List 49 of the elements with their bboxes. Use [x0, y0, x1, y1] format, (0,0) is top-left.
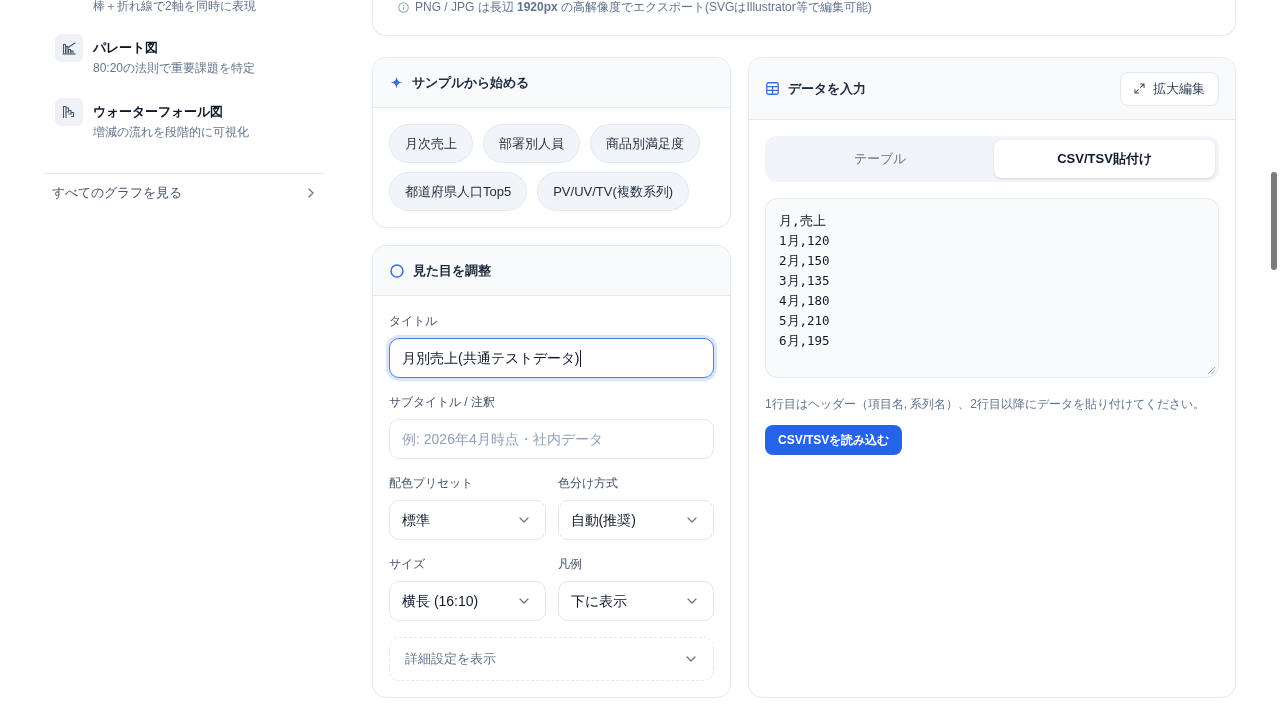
- tab[interactable]: CSV/TSV貼付け: [994, 140, 1215, 178]
- chart-type-description: 棒＋折れ線で2軸を同時に表現: [92, 0, 256, 13]
- info-icon: [398, 2, 409, 13]
- sample-chip[interactable]: PV/UV/TV(複数系列): [537, 172, 690, 211]
- csv-hint-text: 1行目はヘッダー（項目名, 系列名）、2行目以降にデータを貼り付けてください。: [765, 396, 1205, 413]
- chart-type-title[interactable]: ウォーターフォール図: [93, 103, 249, 121]
- tab[interactable]: テーブル: [769, 140, 990, 178]
- sample-chip[interactable]: 都道府県人口Top5: [389, 172, 528, 211]
- chevron-down-icon: [686, 656, 696, 662]
- field-label: 凡例: [557, 556, 583, 573]
- sample-chip[interactable]: 商品別満足度: [590, 124, 700, 163]
- load-csv-button[interactable]: CSV/TSVを読み込む: [765, 425, 903, 455]
- text-input[interactable]: 月別売上(共通テストデータ): [389, 338, 714, 378]
- field-label: 配色プリセット: [389, 475, 474, 492]
- export-note-text: PNG / JPG は長辺 1920px の高解像度でエクスポート(SVGはIllustrator等で編集可能): [415, 0, 872, 15]
- chevron-down-icon: [518, 598, 529, 604]
- chart-type-title[interactable]: パレート図: [93, 39, 256, 57]
- panel-title: データを入力: [788, 79, 866, 98]
- csv-textarea[interactable]: 月,売上 1月,120 2月,150 3月,135 4月,180 5月,210 6月,195: [765, 198, 1219, 378]
- expand-edit-button[interactable]: 拡大編集: [1120, 71, 1219, 106]
- see-all-charts-link[interactable]: すべてのグラフを見る: [44, 174, 324, 212]
- chart-type-description: 80:20の法則で重要課題を特定: [93, 60, 256, 77]
- sparkle-icon: [390, 76, 403, 89]
- sample-chip[interactable]: 月次売上: [389, 124, 473, 163]
- select-dropdown[interactable]: 自動(推奨): [557, 500, 714, 540]
- panel-title: サンプルから始める: [412, 73, 529, 92]
- select-dropdown[interactable]: 標準: [389, 500, 546, 540]
- chevron-down-icon: [518, 517, 529, 523]
- chevron-down-icon: [687, 598, 697, 604]
- waterfall-chart-icon: [55, 98, 83, 126]
- field-label: サブタイトル / 注釈: [389, 394, 496, 411]
- advanced-settings-toggle[interactable]: 詳細設定を表示: [389, 637, 714, 681]
- field-label: タイトル: [389, 313, 438, 330]
- field-label: サイズ: [389, 556, 426, 573]
- scrollbar[interactable]: [1271, 172, 1277, 270]
- text-cursor-icon: [580, 349, 582, 367]
- pareto-chart-icon: [55, 34, 83, 62]
- chevron-right-icon: [308, 188, 314, 198]
- select-dropdown[interactable]: 横長 (16:10): [389, 581, 546, 621]
- select-dropdown[interactable]: 下に表示: [557, 581, 714, 621]
- chart-type-description: 増減の流れを段階的に可視化: [93, 124, 249, 141]
- circle-icon: [390, 263, 404, 278]
- expand-icon: [1134, 83, 1145, 94]
- resize-handle-icon[interactable]: [1208, 367, 1215, 374]
- field-label: 色分け方式: [557, 475, 619, 492]
- table-icon: [766, 82, 779, 95]
- chevron-down-icon: [687, 517, 697, 523]
- panel-title: 見た目を調整: [413, 261, 491, 280]
- sample-chip[interactable]: 部署別人員: [483, 124, 580, 163]
